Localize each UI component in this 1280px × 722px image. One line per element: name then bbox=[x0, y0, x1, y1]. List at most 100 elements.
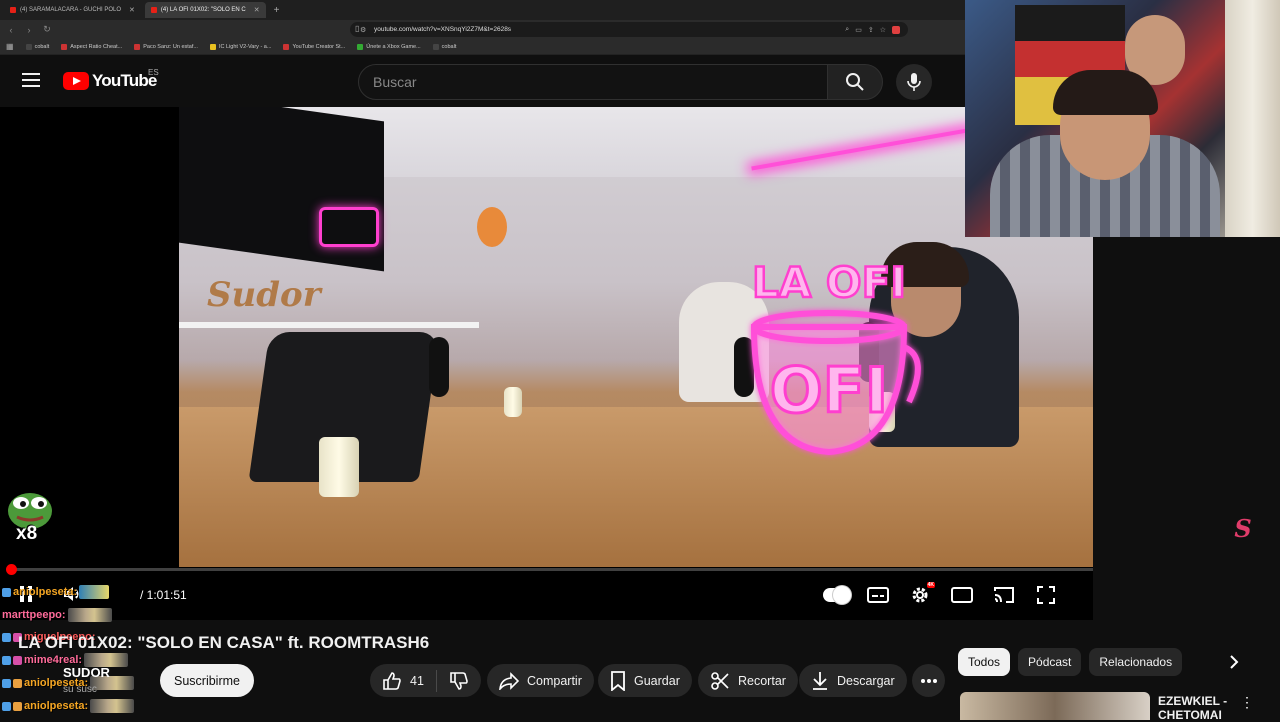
player-controls: / 1:01:51 4K bbox=[0, 577, 1093, 613]
save-button[interactable]: Guardar bbox=[598, 664, 692, 697]
extension-icon[interactable] bbox=[892, 25, 900, 34]
drink-can bbox=[319, 437, 359, 497]
player-right-controls: 4K bbox=[819, 577, 1093, 613]
recommended-more-icon[interactable]: ⋮ bbox=[1240, 694, 1254, 711]
fullscreen-button[interactable] bbox=[1029, 578, 1063, 612]
chat-badge-icon bbox=[2, 701, 11, 711]
theater-mode-button[interactable] bbox=[945, 578, 979, 612]
video-frame: Sudor OFI LA OFI bbox=[179, 107, 1093, 567]
clip-button[interactable]: Recortar bbox=[698, 664, 798, 697]
share-button[interactable]: Compartir bbox=[487, 664, 594, 697]
bookmark-item[interactable]: cobalt bbox=[432, 43, 456, 50]
cast-button[interactable] bbox=[987, 578, 1021, 612]
chat-message: aniolpeseta: bbox=[2, 699, 135, 713]
subtitles-button[interactable] bbox=[861, 578, 895, 612]
chat-badge-icon bbox=[13, 678, 22, 688]
bookmark-star-icon[interactable]: ☆ bbox=[880, 26, 886, 34]
save-label: Guardar bbox=[634, 673, 680, 688]
bookmarks-bar: ▦ cobalt Aspect Ratio Cheat... Paco Sanz… bbox=[0, 39, 965, 55]
download-button[interactable]: Descargar bbox=[799, 664, 907, 697]
chip-relacionados[interactable]: Relacionados bbox=[1089, 648, 1183, 676]
scissors-icon bbox=[711, 671, 729, 690]
voice-search-button[interactable] bbox=[896, 64, 932, 100]
chat-message: aniolpeseta: bbox=[2, 585, 110, 599]
cast-icon[interactable]: ▭ bbox=[855, 26, 862, 34]
progress-bar[interactable] bbox=[6, 564, 1093, 575]
browser-tab-active[interactable]: (4) LA OFI 01X02: "SOLO EN C ✕ bbox=[144, 2, 266, 18]
like-button[interactable]: 41 bbox=[370, 664, 436, 697]
toggle-icon bbox=[823, 586, 851, 604]
video-player[interactable]: Sudor OFI LA OFI / 1:01:51 4K bbox=[0, 107, 1093, 620]
channel-name[interactable]: SUDOR bbox=[63, 665, 110, 680]
close-tab-icon[interactable]: ✕ bbox=[254, 6, 260, 14]
bookmark-icon bbox=[611, 670, 625, 691]
theater-icon bbox=[951, 587, 973, 603]
channel-watermark-icon[interactable]: S bbox=[1232, 513, 1254, 543]
more-actions-button[interactable] bbox=[912, 664, 945, 697]
youtube-masthead: YouTube ES Buscar bbox=[0, 55, 965, 107]
browser-tab-bar: (4) SARAMALACARA - GUCHI POLO ✕ (4) LA O… bbox=[0, 0, 965, 20]
search-placeholder: Buscar bbox=[373, 74, 417, 90]
logo-wordmark: YouTube bbox=[92, 71, 157, 90]
chevron-right-icon bbox=[1230, 655, 1239, 669]
address-bar-actions: ⌕ ▭ ⇪ ☆ bbox=[845, 25, 900, 34]
chat-badge-icon bbox=[2, 587, 11, 597]
chip-podcast[interactable]: Pódcast bbox=[1018, 648, 1082, 676]
chat-emote bbox=[90, 699, 135, 713]
bookmark-item[interactable]: Paco Sanz: Un estaf... bbox=[134, 43, 198, 50]
bookmark-favicon-icon bbox=[25, 43, 32, 50]
youtube-logo[interactable]: YouTube ES bbox=[63, 68, 159, 91]
bookmark-item[interactable]: Aspect Ratio Cheat... bbox=[61, 43, 122, 50]
apps-grid-icon[interactable]: ▦ bbox=[6, 42, 14, 51]
autoplay-toggle[interactable] bbox=[819, 578, 853, 612]
hd-badge: 4K bbox=[926, 582, 935, 588]
related-filter-chips: Todos Pódcast Relacionados bbox=[958, 648, 1183, 676]
subscribe-button[interactable]: Suscribirme bbox=[160, 664, 254, 697]
new-tab-button[interactable]: + bbox=[270, 5, 284, 16]
tab-label: (4) LA OFI 01X02: "SOLO EN C bbox=[160, 7, 246, 13]
share-arrow-icon bbox=[499, 671, 519, 690]
browser-tab[interactable]: (4) SARAMALACARA - GUCHI POLO ✕ bbox=[4, 2, 141, 18]
address-bar[interactable]: ⚙ youtube.com/watch?v=XNSnqYi2Z7M&t=2628… bbox=[350, 22, 908, 37]
recommended-video-thumbnail[interactable] bbox=[960, 692, 1150, 720]
chat-badge-icon bbox=[2, 678, 11, 688]
fullscreen-icon bbox=[1037, 586, 1055, 604]
reload-icon[interactable]: ↻ bbox=[42, 24, 52, 35]
bookmark-item[interactable]: YouTube Creator St... bbox=[283, 43, 345, 50]
bookmark-favicon-icon bbox=[134, 43, 141, 50]
site-info-icon[interactable]: ⚙ bbox=[360, 26, 366, 34]
chat-username: aniolpeseta: bbox=[24, 700, 89, 712]
thumbs-up-icon bbox=[383, 671, 401, 690]
bookmark-item[interactable]: Únete a Xbox Game... bbox=[357, 43, 421, 50]
youtube-play-icon bbox=[63, 72, 89, 90]
close-tab-icon[interactable]: ✕ bbox=[129, 6, 135, 14]
streamer-webcam bbox=[965, 0, 1280, 237]
back-icon[interactable]: ‹ bbox=[6, 25, 16, 35]
bookmark-item[interactable]: cobalt bbox=[25, 43, 49, 50]
like-count: 41 bbox=[410, 673, 424, 688]
youtube-favicon-icon bbox=[10, 7, 16, 13]
tab-label: (4) SARAMALACARA - GUCHI POLO bbox=[20, 7, 122, 13]
dislike-button[interactable] bbox=[437, 664, 481, 697]
share-icon[interactable]: ⇪ bbox=[868, 26, 874, 34]
scrubber-handle[interactable] bbox=[6, 564, 17, 575]
bookmark-favicon-icon bbox=[283, 43, 290, 50]
forward-icon[interactable]: › bbox=[24, 25, 34, 35]
microphone-icon bbox=[907, 73, 921, 91]
cast-icon bbox=[994, 587, 1014, 603]
chip-todos[interactable]: Todos bbox=[958, 648, 1011, 676]
menu-icon[interactable] bbox=[22, 73, 40, 87]
settings-button[interactable]: 4K bbox=[903, 578, 937, 612]
bookmark-page-icon[interactable]: ▯ bbox=[355, 24, 359, 33]
chat-badge-icon bbox=[2, 655, 11, 665]
recommended-video-title[interactable]: EZEWKIEL - CHETOMAI bbox=[1158, 694, 1238, 722]
bookmark-item[interactable]: IC Light V2-Vary - a... bbox=[209, 43, 271, 50]
podcast-mic-icon bbox=[429, 337, 449, 397]
search-input[interactable]: Buscar bbox=[358, 64, 828, 100]
zoom-icon[interactable]: ⌕ bbox=[845, 26, 849, 34]
search-button[interactable] bbox=[827, 64, 883, 100]
wall-clock bbox=[477, 207, 507, 247]
browser-toolbar: ‹ › ↻ ⚙ youtube.com/watch?v=XNSnqYi2Z7M&… bbox=[0, 20, 965, 39]
chips-next-button[interactable] bbox=[1222, 648, 1246, 676]
search-icon bbox=[846, 73, 864, 91]
